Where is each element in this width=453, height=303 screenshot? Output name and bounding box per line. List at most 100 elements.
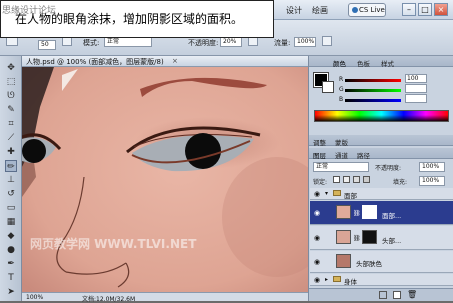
lasso-tool-icon[interactable]: ᘎ [5, 90, 17, 102]
b-label: B [339, 96, 344, 103]
opacity-label: 不透明度: [188, 39, 219, 47]
blend-mode-select[interactable]: 正常 [313, 162, 369, 172]
layer-name: 头部... [382, 237, 402, 245]
toolbox: ✥ ⬚ ᘎ ✎ ⌗ ⟋ ✚ ✏ ⊥ ↺ ▭ ▦ ◆ ● ✒ T ➤ [0, 56, 22, 301]
watermark-top: 思缘设计论坛 [2, 6, 57, 16]
green-slider[interactable]: G [339, 84, 439, 93]
g-value[interactable] [405, 84, 427, 93]
lock-position-icon[interactable] [353, 176, 360, 183]
doc-size-readout: 文档:12.0M/32.6M [82, 296, 136, 303]
layer-name: 头部肤色 [356, 260, 382, 268]
layers-panel-footer: 🗑 [309, 288, 453, 301]
type-tool-icon[interactable]: T [5, 272, 17, 284]
zoom-readout[interactable]: 100% [26, 294, 43, 301]
history-brush-icon[interactable]: ↺ [5, 188, 17, 200]
document-title: 人物.psd @ 100% (面部减色，图层蒙版/8) [26, 58, 164, 66]
tab-masks[interactable]: 蒙版 [335, 137, 348, 147]
color-panel-tabs: 颜色 色板 样式 [309, 56, 453, 68]
fill-field[interactable]: 100% [419, 176, 445, 186]
new-layer-icon[interactable] [393, 291, 401, 299]
fill-label: 填充: [393, 179, 408, 186]
group-expand-chevron-icon[interactable]: ▾ [325, 190, 328, 197]
path-select-icon[interactable]: ➤ [5, 286, 17, 298]
pen-tool-icon[interactable]: ✒ [5, 258, 17, 270]
close-document-icon[interactable]: × [172, 57, 178, 65]
layer-mask-thumbnail[interactable] [362, 230, 377, 244]
workspace-paint[interactable]: 绘画 [312, 5, 328, 16]
tab-layers[interactable]: 图层 [313, 150, 326, 160]
g-label: G [339, 86, 344, 93]
move-tool-icon[interactable]: ✥ [5, 62, 17, 74]
layer-mask-thumbnail[interactable] [362, 205, 377, 219]
quick-select-icon[interactable]: ✎ [5, 104, 17, 116]
tab-swatches[interactable]: 色板 [357, 58, 370, 68]
document-tab[interactable]: 人物.psd @ 100% (面部减色，图层蒙版/8) × [22, 56, 308, 67]
folder-icon [333, 276, 341, 282]
group-name: 身体 [344, 278, 357, 286]
layer-head[interactable]: ◉ ⛓ 头部... [310, 226, 453, 250]
visibility-eye-icon[interactable]: ◉ [313, 234, 321, 242]
right-panels: 颜色 色板 样式 R 100 G B 调整 蒙版 图层 通道 路径 正常 不透明… [308, 56, 453, 301]
lock-pixels-icon[interactable] [343, 176, 350, 183]
clone-stamp-icon[interactable]: ⊥ [5, 174, 17, 186]
color-spectrum[interactable] [314, 110, 449, 122]
canvas[interactable]: 网页教学网 WWW.TLVI.NET [22, 67, 308, 292]
opacity-field[interactable]: 20% [220, 37, 242, 47]
r-value[interactable]: 100 [405, 74, 427, 83]
marquee-tool-icon[interactable]: ⬚ [5, 76, 17, 88]
flow-label: 流量: [274, 39, 291, 47]
blue-slider[interactable]: B [339, 94, 439, 103]
lock-transparent-icon[interactable] [333, 176, 340, 183]
blur-tool-icon[interactable]: ◆ [5, 230, 17, 242]
status-bar: 100% 文档:12.0M/32.6M [22, 292, 308, 303]
airbrush-icon[interactable] [322, 36, 332, 46]
dodge-tool-icon[interactable]: ● [5, 244, 17, 256]
layer-face-shade[interactable]: ◉ ⛓ 面部... [310, 201, 453, 225]
layer-group-face[interactable]: ◉ ▾ 面部 [310, 188, 453, 200]
new-group-icon[interactable] [379, 291, 387, 299]
minimize-button[interactable]: – [402, 3, 416, 16]
visibility-eye-icon[interactable]: ◉ [313, 276, 321, 284]
red-slider[interactable]: R 100 [339, 74, 439, 83]
face-illustration [22, 67, 308, 292]
eraser-icon[interactable]: ▭ [5, 202, 17, 214]
layer-thumbnail [336, 230, 351, 244]
tab-paths[interactable]: 路径 [357, 150, 370, 160]
maximize-button[interactable]: □ [418, 3, 432, 16]
brush-size-field[interactable]: 50 [38, 40, 56, 50]
healing-brush-icon[interactable]: ✚ [5, 146, 17, 158]
visibility-eye-icon[interactable]: ◉ [313, 190, 321, 198]
watermark-bottom: 网页教学网 WWW.TLVI.NET [30, 237, 197, 251]
tab-adjustments[interactable]: 调整 [313, 137, 326, 147]
eyedropper-icon[interactable]: ⟋ [5, 132, 17, 144]
layer-group-body[interactable]: ◉ ▸ 身体 [310, 274, 453, 286]
tab-color[interactable]: 颜色 [333, 58, 346, 68]
group-collapse-chevron-icon[interactable]: ▸ [325, 276, 328, 283]
b-value[interactable] [405, 94, 427, 103]
layers-panel-tabs: 图层 通道 路径 [309, 148, 453, 160]
background-color-swatch[interactable] [322, 81, 334, 93]
cs-live-button[interactable]: CS Live [348, 3, 386, 17]
visibility-eye-icon[interactable]: ◉ [313, 209, 321, 217]
mode-select[interactable]: 正常 [104, 37, 152, 47]
layer-opacity-field[interactable]: 100% [419, 162, 445, 172]
layer-thumbnail [336, 205, 351, 219]
chain-icon: ⛓ [353, 210, 361, 217]
gradient-tool-icon[interactable]: ▦ [5, 216, 17, 228]
visibility-eye-icon[interactable]: ◉ [313, 258, 321, 266]
workspace-design[interactable]: 设计 [286, 5, 302, 16]
brush-tool-icon[interactable]: ✏ [5, 160, 17, 172]
iris-right [185, 133, 221, 169]
folder-icon [333, 190, 341, 196]
close-window-button[interactable]: × [434, 3, 448, 16]
crop-tool-icon[interactable]: ⌗ [5, 118, 17, 130]
flow-field[interactable]: 100% [294, 37, 316, 47]
layer-opacity-label: 不透明度: [375, 165, 402, 172]
layer-head-skin[interactable]: ◉ 头部肤色 [310, 251, 453, 273]
trash-icon[interactable]: 🗑 [407, 290, 417, 299]
lock-all-icon[interactable] [363, 176, 370, 183]
group-name: 面部 [344, 192, 357, 200]
tab-channels[interactable]: 通道 [335, 150, 348, 160]
tab-styles[interactable]: 样式 [381, 58, 394, 68]
mode-label: 模式: [83, 39, 100, 47]
